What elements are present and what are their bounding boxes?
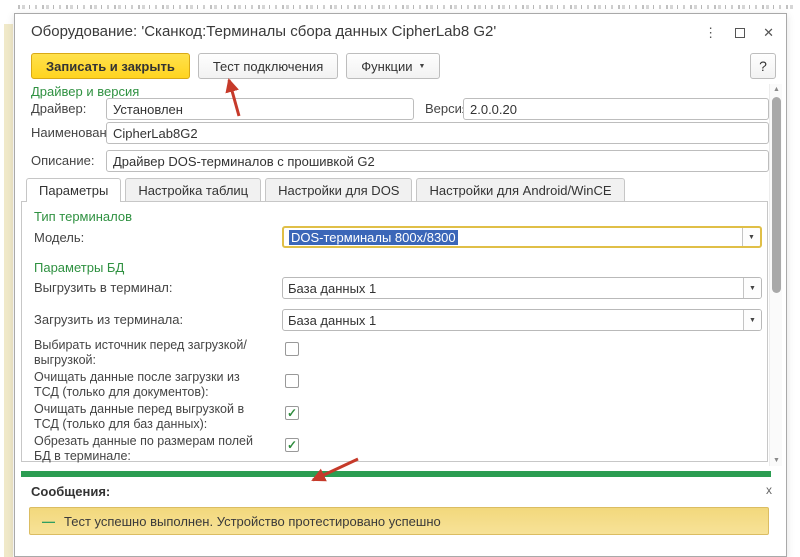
background-window-remnant xyxy=(18,5,797,9)
green-separator xyxy=(21,471,771,477)
checkbox-clear-before-upload[interactable]: ✓ xyxy=(285,406,299,420)
checkbox-trim-data[interactable]: ✓ xyxy=(285,438,299,452)
model-combobox[interactable]: DOS-терминалы 800x/8300 ▼ xyxy=(282,226,762,248)
description-label: Описание: xyxy=(31,150,94,172)
download-dropdown-button[interactable]: ▼ xyxy=(743,310,761,330)
driver-section-title: Драйвер и версия xyxy=(31,84,139,99)
help-button[interactable]: ? xyxy=(750,53,776,79)
test-connection-button[interactable]: Тест подключения xyxy=(198,53,338,79)
scroll-up-icon[interactable]: ▲ xyxy=(770,86,783,93)
tab-parameters[interactable]: Параметры xyxy=(26,178,121,202)
equipment-dialog: Оборудование: 'Сканкод:Терминалы сбора д… xyxy=(14,13,787,557)
check-mark: ✓ xyxy=(287,439,297,451)
model-selected-text: DOS-терминалы 800x/8300 xyxy=(289,230,458,245)
kebab-menu-icon[interactable]: ⋮ xyxy=(704,25,717,41)
driver-label: Драйвер: xyxy=(31,98,86,120)
scrollbar-thumb[interactable] xyxy=(772,97,781,293)
background-window-edge xyxy=(4,24,13,557)
tab-android-wince-settings[interactable]: Настройки для Android/WinCE xyxy=(416,178,624,201)
close-icon[interactable]: ✕ xyxy=(763,25,774,41)
dropdown-arrow-icon: ▼ xyxy=(749,317,756,324)
checkbox-label-trim-data: Обрезать данные по размерам полей БД в т… xyxy=(34,434,262,464)
model-value: DOS-терминалы 800x/8300 xyxy=(284,228,742,246)
upload-combobox[interactable]: База данных 1 ▼ xyxy=(282,277,762,299)
vertical-scrollbar[interactable]: ▲ ▼ xyxy=(769,84,782,466)
db-section-title: Параметры БД xyxy=(34,260,124,275)
parameters-panel: Тип терминалов Модель: DOS-терминалы 800… xyxy=(21,201,768,462)
download-label: Загрузить из терминала: xyxy=(34,309,183,331)
save-and-close-button[interactable]: Записать и закрыть xyxy=(31,53,190,79)
model-label: Модель: xyxy=(34,227,84,249)
checkbox-label-clear-after-load: Очищать данные после загрузки из ТСД (то… xyxy=(34,370,262,400)
chevron-down-icon: ▼ xyxy=(419,63,426,70)
checkbox-label-clear-before-upload: Очищать данные перед выгрузкой в ТСД (то… xyxy=(34,402,262,432)
download-combobox[interactable]: База данных 1 ▼ xyxy=(282,309,762,331)
dialog-title: Оборудование: 'Сканкод:Терминалы сбора д… xyxy=(31,23,496,40)
toolbar: Записать и закрыть Тест подключения Функ… xyxy=(31,53,440,79)
checkbox-select-source[interactable] xyxy=(285,342,299,356)
checkbox-clear-after-load[interactable] xyxy=(285,374,299,388)
upload-label: Выгрузить в терминал: xyxy=(34,277,173,299)
maximize-icon[interactable] xyxy=(735,28,745,38)
window-controls: ⋮ ✕ xyxy=(704,25,774,41)
check-mark: ✓ xyxy=(287,407,297,419)
description-field[interactable] xyxy=(106,150,769,172)
scroll-down-icon[interactable]: ▼ xyxy=(770,457,783,464)
messages-title: Сообщения: xyxy=(31,484,110,499)
message-text: Тест успешно выполнен. Устройство протес… xyxy=(64,514,441,529)
tab-bar: Параметры Настройка таблиц Настройки для… xyxy=(26,178,625,201)
message-item[interactable]: — Тест успешно выполнен. Устройство прот… xyxy=(29,507,769,535)
terminal-type-section-title: Тип терминалов xyxy=(34,209,132,224)
name-field[interactable] xyxy=(106,122,769,144)
tab-table-setup[interactable]: Настройка таблиц xyxy=(125,178,261,201)
model-dropdown-button[interactable]: ▼ xyxy=(742,228,760,246)
upload-dropdown-button[interactable]: ▼ xyxy=(743,278,761,298)
checkbox-label-select-source: Выбирать источник перед загрузкой/выгруз… xyxy=(34,338,262,368)
driver-field[interactable] xyxy=(106,98,414,120)
tab-dos-settings[interactable]: Настройки для DOS xyxy=(265,178,412,201)
dropdown-arrow-icon: ▼ xyxy=(749,285,756,292)
version-field[interactable] xyxy=(463,98,769,120)
messages-close-icon[interactable]: x xyxy=(766,483,772,497)
maximize-box xyxy=(735,28,745,38)
message-bullet-icon: — xyxy=(42,514,55,529)
upload-value: База данных 1 xyxy=(283,278,743,298)
download-value: База данных 1 xyxy=(283,310,743,330)
functions-label: Функции xyxy=(361,59,412,74)
dropdown-arrow-icon: ▼ xyxy=(748,234,755,241)
functions-button[interactable]: Функции ▼ xyxy=(346,53,440,79)
